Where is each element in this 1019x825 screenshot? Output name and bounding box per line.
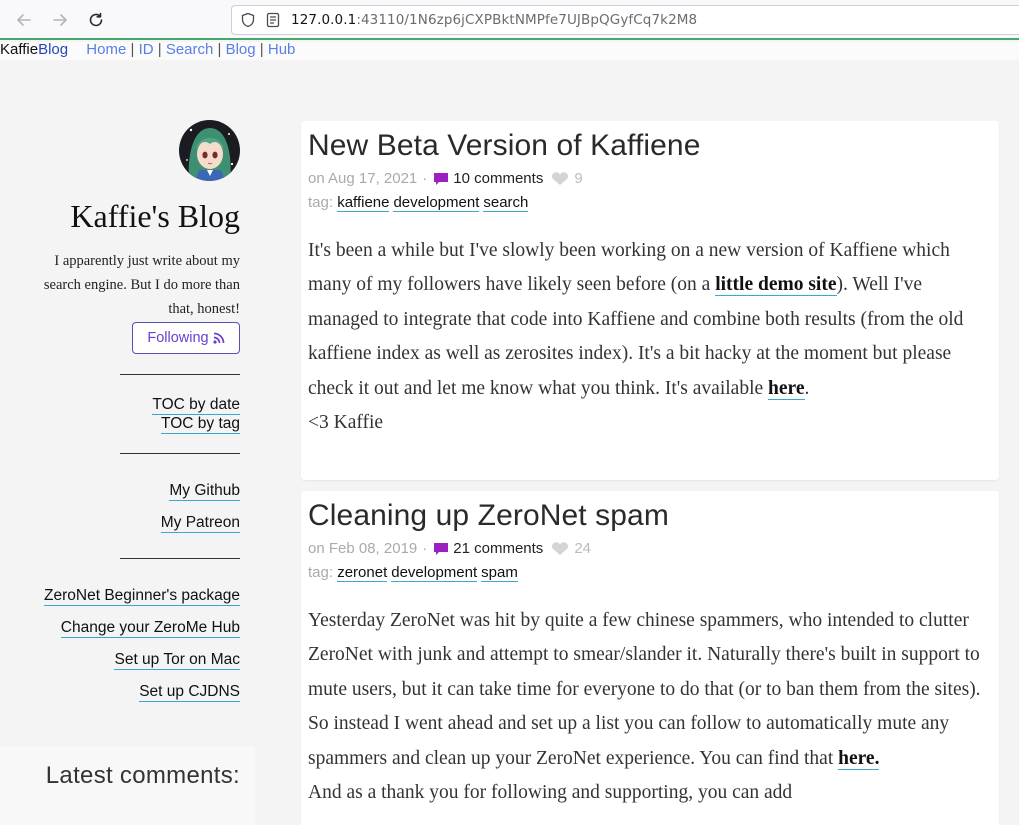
comment-icon: [434, 172, 449, 185]
nav-link-search[interactable]: Search: [166, 41, 214, 58]
forward-icon[interactable]: [49, 9, 71, 31]
post-meta: on Aug 17, 2021 · 10 comments 9: [308, 170, 583, 187]
nav-link-id[interactable]: ID: [139, 41, 154, 58]
body-text: Yesterday ZeroNet was hit by quite a few…: [308, 610, 981, 700]
toc-by-tag-link[interactable]: TOC by tag: [161, 415, 240, 434]
heart-icon: [552, 541, 569, 555]
url-path: :43110/1N6zp6jCXPBktNMPfe7UJBpQGyfCq7k2M…: [356, 12, 698, 28]
nav-separator: |: [130, 41, 135, 58]
comments-link[interactable]: 10 comments: [433, 170, 543, 187]
nav-separator: |: [259, 41, 264, 58]
post-date: on Feb 08, 2019: [308, 540, 418, 557]
brand-kaffie[interactable]: Kaffie: [0, 41, 38, 58]
brand-blog[interactable]: Blog: [38, 41, 68, 58]
shield-icon[interactable]: [240, 12, 256, 28]
like-button[interactable]: 9: [551, 170, 583, 187]
tag-link[interactable]: kaffiene: [337, 194, 390, 212]
following-label: Following: [147, 330, 209, 346]
post-card: New Beta Version of Kaffiene on Aug 17, …: [301, 121, 999, 480]
sidebar-divider: [120, 453, 240, 454]
tag-link[interactable]: development: [391, 564, 478, 582]
reload-icon[interactable]: [85, 9, 107, 31]
body-text: And as a thank you for following and sup…: [308, 782, 793, 804]
demo-site-link[interactable]: little demo site: [715, 274, 837, 297]
sidebar-divider: [120, 558, 240, 559]
meta-separator: ·: [422, 170, 428, 187]
browser-toolbar: 127.0.0.1:43110/1N6zp6jCXPBktNMPfe7UJBpQ…: [0, 0, 1019, 40]
patreon-link[interactable]: My Patreon: [160, 514, 240, 533]
rss-icon: [213, 332, 224, 344]
nav-separator: |: [157, 41, 162, 58]
page-info-icon[interactable]: [265, 12, 281, 28]
heart-icon: [552, 171, 569, 185]
nav-link-hub[interactable]: Hub: [268, 41, 296, 58]
tag-link[interactable]: development: [393, 194, 480, 212]
cjdns-link[interactable]: Set up CJDNS: [139, 683, 240, 702]
post-date: on Aug 17, 2021: [308, 170, 418, 187]
post-title[interactable]: Cleaning up ZeroNet spam: [308, 499, 669, 533]
avatar: [179, 120, 240, 181]
blog-title: Kaffie's Blog: [70, 198, 240, 234]
tor-mac-link[interactable]: Set up Tor on Mac: [114, 651, 240, 670]
following-button[interactable]: Following: [132, 322, 240, 354]
here-link[interactable]: here: [768, 377, 805, 400]
tag-link[interactable]: spam: [481, 564, 518, 582]
url-host: 127.0.0.1: [291, 12, 357, 28]
signoff: <3 Kaffie: [308, 412, 384, 434]
sidebar-divider: [120, 374, 240, 375]
url-text: 127.0.0.1:43110/1N6zp6jCXPBktNMPfe7UJBpQ…: [291, 12, 697, 28]
post-body: It's been a while but I've slowly been w…: [308, 234, 992, 440]
post-meta: on Feb 08, 2019 · 21 comments 24: [308, 540, 591, 557]
like-count: 9: [574, 170, 583, 187]
sidebar: Kaffie's Blog I apparently just write ab…: [0, 60, 255, 825]
nav-link-blog[interactable]: Blog: [226, 41, 256, 58]
nav-separator: |: [217, 41, 222, 58]
github-link[interactable]: My Github: [169, 482, 240, 501]
address-bar[interactable]: 127.0.0.1:43110/1N6zp6jCXPBktNMPfe7UJBpQ…: [231, 5, 1019, 35]
post-tags: tag: zeronet development spam: [308, 564, 522, 582]
meta-separator: ·: [422, 540, 428, 557]
body-text: .: [804, 377, 810, 399]
toc-by-date-link[interactable]: TOC by date: [152, 396, 240, 415]
comment-count: 21 comments: [453, 540, 544, 557]
back-icon[interactable]: [13, 9, 35, 31]
zerome-hub-link[interactable]: Change your ZeroMe Hub: [60, 619, 240, 638]
comment-count: 10 comments: [453, 170, 544, 187]
nav-link-home[interactable]: Home: [86, 41, 126, 58]
nav-links: Home | ID | Search | Blog | Hub: [82, 41, 295, 58]
tag-link[interactable]: zeronet: [337, 564, 388, 582]
here-link[interactable]: here.: [838, 747, 880, 770]
tag-label: tag:: [308, 564, 334, 581]
blog-description: I apparently just write about my search …: [43, 253, 240, 317]
zeronet-beginner-link[interactable]: ZeroNet Beginner's package: [44, 587, 240, 606]
post-tags: tag: kaffiene development search: [308, 194, 532, 212]
latest-comments-title: Latest comments:: [45, 762, 240, 789]
comment-icon: [434, 542, 449, 555]
tag-label: tag:: [308, 194, 334, 211]
comments-link[interactable]: 21 comments: [433, 540, 543, 557]
post-body: Yesterday ZeroNet was hit by quite a few…: [308, 604, 992, 810]
post-card: Cleaning up ZeroNet spam on Feb 08, 2019…: [301, 491, 999, 825]
site-nav-bar: KaffieBlog Home | ID | Search | Blog | H…: [0, 42, 1019, 60]
like-count: 24: [574, 540, 591, 557]
tag-link[interactable]: search: [483, 194, 529, 212]
like-button[interactable]: 24: [551, 540, 591, 557]
post-title[interactable]: New Beta Version of Kaffiene: [308, 129, 701, 163]
latest-comments-panel: Latest comments:: [0, 747, 255, 825]
